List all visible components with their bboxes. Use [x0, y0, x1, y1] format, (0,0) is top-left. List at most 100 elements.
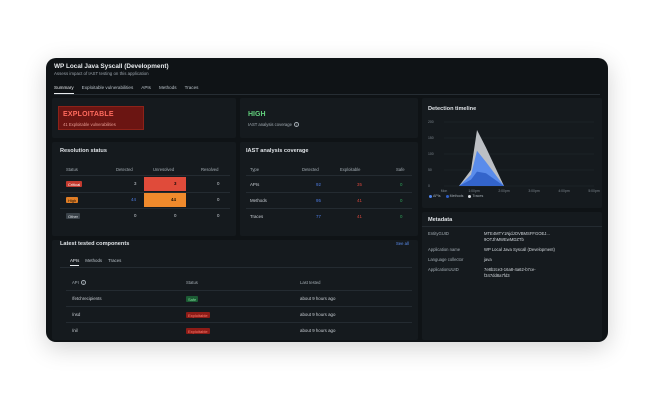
info-icon[interactable]: i — [294, 122, 300, 128]
metadata-title: Metadata — [428, 217, 453, 223]
col-status: Status — [186, 280, 198, 285]
x-tick-label: 2:00pm — [498, 189, 509, 193]
x-tick-label: 5:00pm — [588, 189, 599, 193]
see-all-link[interactable]: See all — [396, 241, 409, 246]
meta-value-cont: f347dd8a7fd3 — [484, 273, 510, 278]
table-cell: 0 — [217, 197, 220, 202]
timeline-legend: APIs Methods Traces — [429, 194, 483, 198]
col-detected: Detected — [116, 167, 133, 172]
divider — [60, 267, 412, 268]
meta-key: Application name — [428, 247, 461, 252]
last-tested: about 9 hours ago — [300, 296, 336, 301]
table-cell: Traces — [250, 214, 264, 219]
divider — [66, 306, 412, 307]
iast-panel — [240, 142, 418, 236]
divider — [66, 290, 412, 291]
status-badge: Critical — [66, 181, 83, 187]
tab-traces[interactable]: Traces — [185, 85, 199, 94]
table-cell[interactable]: 41 — [357, 214, 362, 219]
resolution-title: Resolution status — [60, 148, 107, 154]
status-badge: Exploitable — [186, 312, 210, 318]
divider — [60, 208, 230, 209]
y-tick-label: 200 — [428, 120, 434, 124]
tab-apis[interactable]: APIs — [141, 85, 151, 94]
col-unresolved: Unresolved — [153, 167, 175, 172]
meta-key: ApplicationUUID — [428, 267, 459, 272]
table-cell: Methods — [250, 198, 267, 203]
col-detected: Detected — [302, 167, 319, 172]
table-cell: 44 — [171, 197, 176, 202]
unresolved-high-cell — [144, 193, 186, 207]
coverage-level: HIGH — [248, 111, 266, 118]
legend-item-traces[interactable]: Traces — [468, 194, 483, 198]
table-cell[interactable]: 41 — [357, 198, 362, 203]
x-tick-label: 1:00pm — [468, 189, 479, 193]
coverage-summary-panel — [240, 98, 418, 138]
divider — [246, 192, 412, 193]
divider — [66, 322, 412, 323]
table-cell[interactable]: 35 — [357, 182, 362, 187]
meta-value: java — [484, 257, 492, 262]
y-tick-label: 100 — [428, 152, 434, 156]
y-tick-label: 0 — [428, 184, 430, 188]
table-cell[interactable]: 77 — [316, 214, 321, 219]
info-icon[interactable]: i — [80, 280, 86, 286]
timeline-chart: 200 150 100 50 0 Mon 1:00pm 2:00pm 3:00pm 4:00pm 5… — [428, 120, 600, 193]
meta-key: Language collector — [428, 257, 464, 262]
y-tick-label: 150 — [428, 136, 434, 140]
divider — [60, 175, 230, 176]
legend-item-methods[interactable]: Methods — [445, 194, 463, 198]
meta-value[interactable]: 7e8b2ce3-16a8-4a62-b7ce- — [484, 267, 536, 272]
component-api[interactable]: /nsd — [72, 312, 80, 317]
meta-key: EntityGUID — [428, 231, 449, 236]
table-cell: 0 — [174, 213, 177, 218]
series-area-traces — [444, 130, 594, 186]
components-title: Latest tested components — [60, 241, 130, 247]
table-cell: APIs — [250, 182, 260, 187]
col-api: API i — [72, 280, 86, 286]
subtab-methods[interactable]: Methods — [85, 258, 102, 266]
status-badge: High — [66, 197, 79, 203]
page-subtitle: Assess impact of IAST testing on this ap… — [54, 71, 149, 76]
subtab-apis[interactable]: APIs — [70, 258, 80, 266]
meta-value: WP Local Java Syscall (Development) — [484, 247, 555, 252]
legend-item-apis[interactable]: APIs — [429, 194, 441, 198]
table-cell: 0 — [134, 213, 137, 218]
exploitable-title: EXPLOITABLE — [63, 111, 114, 118]
divider — [246, 175, 412, 176]
main-tabs: Summary Exploitable vulnerabilities APIs… — [54, 85, 198, 94]
tab-summary[interactable]: Summary — [54, 85, 74, 94]
last-tested: about 9 hours ago — [300, 312, 336, 317]
col-exploitable: Exploitable — [340, 167, 361, 172]
iast-title: IAST analysis coverage — [246, 148, 309, 154]
y-tick-label: 50 — [428, 168, 432, 172]
col-type: Type — [250, 167, 260, 172]
series-area-apis — [444, 150, 594, 186]
tab-exploitable-vulnerabilities[interactable]: Exploitable vulnerabilities — [82, 85, 134, 94]
col-status: Status — [66, 167, 78, 172]
exploitable-subtitle: 41 Exploitable vulnerabilities — [63, 122, 116, 127]
component-api[interactable]: /nil — [72, 328, 78, 333]
last-tested: about 9 hours ago — [300, 328, 336, 333]
table-cell[interactable]: 0 — [400, 182, 402, 187]
component-api[interactable]: /fetchrecipients — [72, 296, 102, 301]
table-cell: 0 — [217, 213, 220, 218]
table-cell[interactable]: 92 — [316, 182, 321, 187]
divider — [246, 208, 412, 209]
components-tabs: APIs Methods Traces — [70, 258, 121, 266]
subtab-traces[interactable]: Traces — [108, 258, 121, 266]
x-tick-label: 4:00pm — [558, 189, 569, 193]
tab-methods[interactable]: Methods — [159, 85, 177, 94]
meta-value-cont: 9OTJhMWEwMDZTb — [484, 237, 524, 242]
table-cell[interactable]: 0 — [400, 198, 402, 203]
table-cell: 44 — [131, 197, 136, 202]
table-cell: 0 — [217, 181, 220, 186]
app-window: WP Local Java Syscall (Development) Asse… — [46, 58, 608, 342]
table-cell: 3 — [134, 181, 137, 186]
exploitable-card[interactable]: EXPLOITABLE 41 Exploitable vulnerabiliti… — [58, 106, 144, 130]
table-cell[interactable]: 95 — [316, 198, 321, 203]
table-cell[interactable]: 0 — [400, 214, 402, 219]
meta-value[interactable]: MTE4MTY1NjdJOVBMSFFGOEJ... — [484, 231, 550, 236]
col-resolved: Resolved — [201, 167, 219, 172]
status-badge: Safe — [186, 296, 199, 302]
